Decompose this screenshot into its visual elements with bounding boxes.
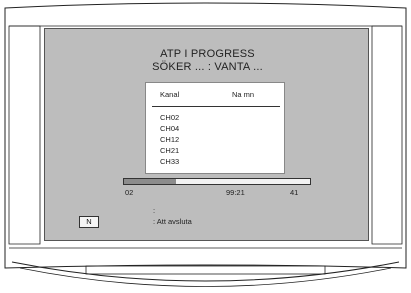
n-key-button[interactable]: N bbox=[79, 216, 99, 228]
progress-frequency: 99:21 bbox=[226, 188, 245, 197]
channel-item: CH02 bbox=[160, 113, 180, 122]
hint-colon: : bbox=[153, 206, 156, 215]
column-header-kanal: Kanal bbox=[160, 90, 180, 99]
progress-total: 41 bbox=[290, 188, 299, 197]
channel-item: CH33 bbox=[160, 157, 180, 166]
channel-item: CH04 bbox=[160, 124, 180, 133]
exit-hint: : Att avsluta bbox=[153, 217, 192, 226]
channel-item: CH21 bbox=[160, 146, 180, 155]
progress-start-value: 02 bbox=[125, 188, 134, 197]
header-divider bbox=[152, 106, 280, 107]
search-status: SÖKER ... : VANTA ... bbox=[152, 61, 263, 73]
column-header-namn: Na mn bbox=[232, 90, 255, 99]
progress-title: ATP I PROGRESS bbox=[160, 48, 255, 60]
channel-item: CH12 bbox=[160, 135, 180, 144]
tv-screen: ATP I PROGRESS SÖKER ... : VANTA ... Kan… bbox=[44, 28, 369, 241]
scan-progress-bar bbox=[123, 178, 311, 185]
channel-list: Kanal Na mn CH02 CH04 CH12 CH21 CH33 bbox=[145, 82, 285, 174]
scan-progress-fill bbox=[124, 179, 177, 184]
